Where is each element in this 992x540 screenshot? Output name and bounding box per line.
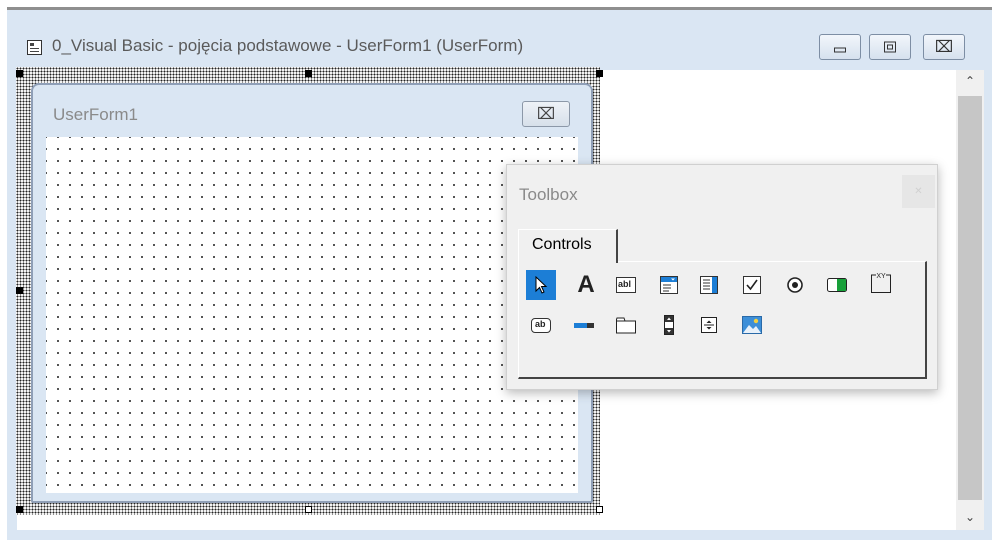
togglebutton-icon [827,278,847,292]
toolbox-close-button[interactable]: ✕ [902,175,935,208]
toolbox-window[interactable]: Toolbox ✕ A abl XY ab Controls [506,164,938,390]
userform-window-icon [27,40,42,55]
minimize-icon [834,47,846,53]
minimize-button[interactable] [819,34,861,60]
label-tool[interactable]: A [571,270,601,300]
resize-handle-bottom-middle[interactable] [305,506,312,513]
combobox-icon [660,276,678,294]
userform-title: UserForm1 [53,105,139,124]
tabstrip-icon [574,323,594,328]
userform-design-grid[interactable] [46,137,578,493]
window-title: 0_Visual Basic - pojęcia podstawowe - Us… [52,36,524,55]
commandbutton-icon: ab [531,317,551,333]
scroll-up-icon[interactable]: ⌃ [956,74,984,88]
scrollbar-icon [664,315,674,335]
optionbutton-tool[interactable] [780,270,810,300]
vertical-scrollbar[interactable]: ⌃ ⌄ [956,70,984,530]
combobox-tool[interactable] [654,270,684,300]
resize-handle-top-right[interactable] [596,70,603,77]
tab-controls-label: Controls [532,236,592,253]
resize-handle-middle-left[interactable] [16,287,23,294]
commandbutton-glyph: ab [535,318,546,329]
tab-controls[interactable]: Controls [518,229,618,263]
restore-icon [884,41,896,53]
tabstrip-tool[interactable] [569,310,599,340]
scrollbar-thumb[interactable] [958,96,982,500]
checkbox-tool[interactable] [737,270,767,300]
frame-glyph: XY [876,273,886,280]
window-bottom-border [7,530,992,540]
userform-close-button[interactable]: ⌧ [522,101,570,127]
scroll-down-icon[interactable]: ⌄ [956,510,984,524]
togglebutton-tool[interactable] [822,270,852,300]
listbox-icon [700,276,718,294]
restore-button[interactable] [869,34,911,60]
optionbutton-icon [787,277,803,293]
spinbutton-tool[interactable] [694,310,724,340]
close-button[interactable]: ⌧ [923,34,965,60]
select-objects-tool[interactable] [526,270,556,300]
close-icon: ⌧ [934,37,954,56]
toolbox-title: Toolbox [519,185,578,204]
close-icon: ⌧ [536,104,556,123]
textbox-tool[interactable]: abl [611,270,641,300]
frame-icon: XY [871,273,891,293]
resize-handle-top-left[interactable] [16,70,23,77]
multipage-tool[interactable] [611,310,641,340]
select-objects-icon [535,276,548,294]
resize-handle-bottom-right[interactable] [596,506,603,513]
multipage-icon [616,317,636,334]
window-title-bar[interactable]: 0_Visual Basic - pojęcia podstawowe - Us… [7,10,992,70]
image-tool[interactable] [737,310,767,340]
listbox-tool[interactable] [694,270,724,300]
resize-handle-top-middle[interactable] [305,70,312,77]
resize-handle-bottom-left[interactable] [16,506,23,513]
label-icon: A [577,271,595,298]
image-icon [742,316,762,334]
scrollbar-tool[interactable] [654,310,684,340]
checkbox-icon [743,276,761,294]
spinbutton-icon [701,317,717,333]
commandbutton-tool[interactable]: ab [526,310,556,340]
toolbox-controls-panel: A abl XY ab [518,261,927,379]
frame-tool[interactable]: XY [866,268,896,298]
textbox-icon: abl [616,277,636,293]
textbox-glyph: abl [618,279,632,289]
